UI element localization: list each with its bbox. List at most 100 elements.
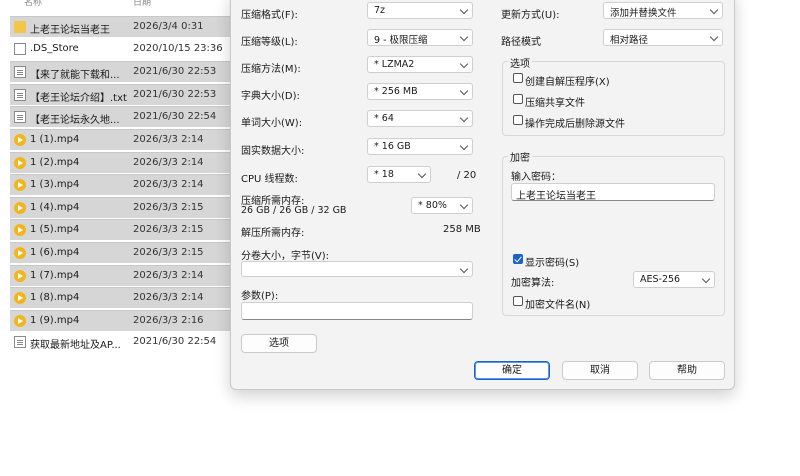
- path-select[interactable]: 相对路径: [603, 29, 723, 46]
- file-name: 1 (4).mp4: [30, 201, 80, 213]
- video-file-icon: [14, 156, 26, 169]
- options-button[interactable]: 选项: [241, 334, 317, 353]
- folder-icon: [14, 21, 26, 33]
- chevron-down-icon: [459, 264, 469, 274]
- encryption-group-title: 加密: [508, 149, 532, 164]
- file-row[interactable]: 1 (3).mp4 2026/3/3 2:14: [10, 174, 240, 196]
- video-file-icon: [14, 179, 26, 192]
- chevron-down-icon: [459, 200, 469, 210]
- file-date: 2026/3/3 2:14: [133, 269, 204, 281]
- file-row[interactable]: 【老王论坛介绍】.txt 2021/6/30 22:53: [10, 83, 240, 105]
- option-checkbox[interactable]: [513, 94, 523, 104]
- video-file-icon: [14, 247, 26, 259]
- decomp-label: 解压所需内存:: [241, 228, 305, 239]
- chevron-down-icon: [709, 32, 719, 42]
- algorithm-select[interactable]: AES-256: [633, 271, 715, 288]
- column-name-header[interactable]: 名称: [24, 0, 42, 8]
- file-row[interactable]: 1 (8).mp4 2026/3/3 2:14: [10, 287, 240, 309]
- text-file-icon: [14, 111, 26, 124]
- file-date: 2021/6/30 22:53: [133, 88, 217, 100]
- file-name: 1 (9).mp4: [30, 314, 80, 326]
- format-select[interactable]: 7z: [367, 2, 473, 19]
- file-date: 2026/3/3 2:14: [133, 292, 204, 304]
- file-row[interactable]: 【老王论坛永久地... 2021/6/30 22:54: [10, 106, 240, 128]
- file-row[interactable]: .DS_Store 2020/10/15 23:36: [10, 39, 240, 59]
- file-row[interactable]: 上老王论坛当老王 2026/3/4 0:31: [10, 16, 240, 37]
- file-row[interactable]: 1 (7).mp4 2026/3/3 2:14: [10, 264, 240, 286]
- file-row[interactable]: 获取最新地址及AP... 2021/6/30 22:54: [10, 332, 240, 352]
- option-checkbox[interactable]: [513, 73, 523, 83]
- solid-label: 固实数据大小:: [241, 146, 305, 157]
- add-to-archive-dialog: 压缩格式(F): 7z 压缩等级(L): 9 - 极限压缩 压缩方法(M): *…: [230, 0, 735, 390]
- solid-select[interactable]: * 16 GB: [367, 138, 473, 155]
- mem-select[interactable]: * 80%: [411, 197, 473, 214]
- file-name: 1 (8).mp4: [30, 292, 80, 304]
- file-name: 【老王论坛介绍】.txt: [30, 92, 127, 104]
- video-file-icon: [14, 224, 26, 237]
- file-row[interactable]: 1 (5).mp4 2026/3/3 2:15: [10, 219, 240, 241]
- update-label: 更新方式(U):: [501, 10, 560, 21]
- chevron-down-icon: [459, 32, 469, 42]
- dict-label: 字典大小(D):: [241, 91, 300, 102]
- file-list-header: 名称 日期: [0, 0, 240, 8]
- file-date: 2021/6/30 22:53: [133, 66, 217, 78]
- file-date: 2026/3/4 0:31: [133, 21, 204, 32]
- option-checkbox[interactable]: [513, 115, 523, 125]
- file-name: 1 (5).mp4: [30, 224, 80, 236]
- algorithm-label: 加密算法:: [511, 278, 555, 289]
- update-select[interactable]: 添加并替换文件: [603, 2, 723, 19]
- file-row[interactable]: 1 (2).mp4 2026/3/3 2:14: [10, 151, 240, 173]
- volume-select[interactable]: [241, 261, 473, 277]
- encrypt-filenames-checkbox[interactable]: [513, 296, 523, 306]
- file-row[interactable]: 1 (6).mp4 2026/3/3 2:15: [10, 242, 240, 263]
- options-group-title: 选项: [508, 55, 532, 70]
- file-date: 2026/3/3 2:16: [133, 314, 204, 326]
- file-name: 1 (3).mp4: [30, 179, 80, 191]
- option-label: 创建自解压程序(X): [525, 77, 610, 88]
- chevron-down-icon: [459, 141, 469, 151]
- dict-select[interactable]: * 256 MB: [367, 83, 473, 100]
- file-row[interactable]: 1 (1).mp4 2026/3/3 2:14: [10, 129, 240, 150]
- file-date: 2026/3/3 2:15: [133, 224, 204, 236]
- chevron-down-icon: [459, 86, 469, 96]
- level-label: 压缩等级(L):: [241, 37, 298, 48]
- file-row[interactable]: 【来了就能下载和... 2021/6/30 22:53: [10, 61, 240, 83]
- column-date-header[interactable]: 日期: [133, 0, 151, 8]
- params-input[interactable]: [241, 302, 473, 320]
- chevron-down-icon: [459, 113, 469, 123]
- volume-label: 分卷大小，字节(V):: [241, 251, 330, 262]
- cancel-button[interactable]: 取消: [562, 361, 638, 380]
- file-row[interactable]: 1 (4).mp4 2026/3/3 2:15: [10, 196, 240, 218]
- threads-select[interactable]: * 18: [367, 166, 431, 183]
- file-name: 【老王论坛永久地...: [30, 115, 120, 127]
- file-date: 2026/3/3 2:15: [133, 201, 204, 213]
- video-file-icon: [14, 292, 26, 305]
- file-name: .DS_Store: [30, 42, 79, 54]
- chevron-down-icon: [459, 59, 469, 69]
- file-name: 1 (1).mp4: [30, 134, 80, 145]
- chevron-down-icon: [459, 5, 469, 15]
- file-row[interactable]: 1 (9).mp4 2026/3/3 2:16: [10, 309, 240, 331]
- show-password-checkbox[interactable]: [513, 254, 523, 264]
- file-name: 1 (2).mp4: [30, 156, 80, 168]
- threads-max: / 20: [457, 170, 477, 181]
- word-select[interactable]: * 64: [367, 110, 473, 127]
- file-date: 2026/3/3 2:14: [133, 134, 204, 145]
- option-label: 压缩共享文件: [525, 98, 585, 109]
- file-date: 2026/3/3 2:15: [133, 247, 204, 258]
- chevron-down-icon: [417, 169, 427, 179]
- video-file-icon: [14, 314, 26, 327]
- file-date: 2020/10/15 23:36: [133, 42, 223, 54]
- params-label: 参数(P):: [241, 291, 279, 302]
- method-select[interactable]: * LZMA2: [367, 56, 473, 73]
- ok-button[interactable]: 确定: [474, 361, 550, 380]
- file-name: 【来了就能下载和...: [30, 70, 120, 82]
- option-label: 操作完成后删除源文件: [525, 119, 625, 130]
- level-select[interactable]: 9 - 极限压缩: [367, 29, 473, 46]
- encrypt-filenames-label: 加密文件名(N): [525, 300, 591, 311]
- method-label: 压缩方法(M):: [241, 64, 301, 75]
- video-file-icon: [14, 201, 26, 214]
- file-name: 上老王论坛当老王: [30, 25, 110, 36]
- help-button[interactable]: 帮助: [649, 361, 725, 380]
- password-input[interactable]: 上老王论坛当老王: [511, 183, 715, 202]
